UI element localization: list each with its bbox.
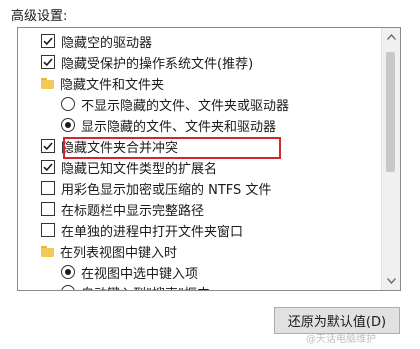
group-label: 隐藏文件和文件夹 <box>60 77 165 93</box>
scroll-down-arrow-icon[interactable] <box>382 272 400 290</box>
radio-button[interactable] <box>61 285 75 290</box>
setting-hide-protected-os-files[interactable]: 隐藏受保护的操作系统文件(推荐) <box>41 52 253 72</box>
advanced-settings-tree[interactable]: 隐藏空的驱动器 隐藏受保护的操作系统文件(推荐) 隐藏文件和文件夹 不显示隐藏的… <box>17 27 401 291</box>
checkmark-icon <box>43 163 53 172</box>
option-dont-show-hidden[interactable]: 不显示隐藏的文件、文件夹或驱动器 <box>61 94 289 114</box>
section-title: 高级设置: <box>11 9 68 24</box>
checkmark-icon <box>43 37 53 46</box>
radio-button[interactable] <box>61 97 75 111</box>
setting-label: 隐藏空的驱动器 <box>61 35 153 51</box>
option-label: 不显示隐藏的文件、文件夹或驱动器 <box>81 98 290 114</box>
scrollbar-thumb[interactable] <box>386 52 395 172</box>
advanced-settings-panel: 高级设置: 隐藏空的驱动器 隐藏受保护的操作系统文件(推荐) 隐藏文件和文件夹 <box>0 0 420 349</box>
option-label: 显示隐藏的文件、文件夹和驱动器 <box>81 119 277 135</box>
checkbox[interactable] <box>41 223 55 237</box>
checkmark-icon <box>43 142 53 151</box>
checkbox[interactable] <box>41 202 55 216</box>
radio-button-selected[interactable] <box>61 265 75 279</box>
setting-label: 用彩色显示加密或压缩的 NTFS 文件 <box>61 182 272 198</box>
option-label: 在视图中选中键入项 <box>81 266 199 282</box>
setting-color-ntfs-files[interactable]: 用彩色显示加密或压缩的 NTFS 文件 <box>41 178 271 198</box>
watermark: @天话电脑维护 <box>306 334 376 345</box>
checkbox[interactable] <box>41 160 55 174</box>
group-hidden-files-and-folders: 隐藏文件和文件夹 <box>41 73 164 93</box>
checkbox[interactable] <box>41 139 55 153</box>
setting-label: 隐藏已知文件类型的扩展名 <box>61 161 218 177</box>
setting-label: 在标题栏中显示完整路径 <box>61 203 205 219</box>
checkbox[interactable] <box>41 34 55 48</box>
setting-separate-process[interactable]: 在单独的进程中打开文件夹窗口 <box>41 220 243 240</box>
group-typing-in-list-view: 在列表视图中键入时 <box>41 241 177 261</box>
setting-hide-folder-merge-conflicts[interactable]: 隐藏文件夹合并冲突 <box>41 136 178 156</box>
folder-icon <box>41 77 54 89</box>
option-show-hidden[interactable]: 显示隐藏的文件、文件夹和驱动器 <box>61 115 276 135</box>
vertical-scrollbar[interactable] <box>381 28 400 290</box>
checkbox[interactable] <box>41 55 55 69</box>
folder-icon <box>41 245 54 257</box>
option-type-into-search[interactable]: 自动键入到"搜索"框中 <box>61 282 210 291</box>
scroll-up-arrow-icon[interactable] <box>382 28 400 46</box>
setting-label: 隐藏受保护的操作系统文件(推荐) <box>61 56 254 72</box>
setting-full-path-in-title[interactable]: 在标题栏中显示完整路径 <box>41 199 204 219</box>
option-label: 自动键入到"搜索"框中 <box>81 283 210 291</box>
checkbox[interactable] <box>41 181 55 195</box>
setting-label: 隐藏文件夹合并冲突 <box>61 140 179 156</box>
setting-hide-empty-drives[interactable]: 隐藏空的驱动器 <box>41 31 152 51</box>
setting-hide-extensions[interactable]: 隐藏已知文件类型的扩展名 <box>41 157 217 177</box>
group-label: 在列表视图中键入时 <box>60 245 178 261</box>
setting-label: 在单独的进程中打开文件夹窗口 <box>61 224 244 240</box>
radio-button-selected[interactable] <box>61 118 75 132</box>
checkmark-icon <box>43 58 53 67</box>
option-select-typed-item[interactable]: 在视图中选中键入项 <box>61 262 198 282</box>
